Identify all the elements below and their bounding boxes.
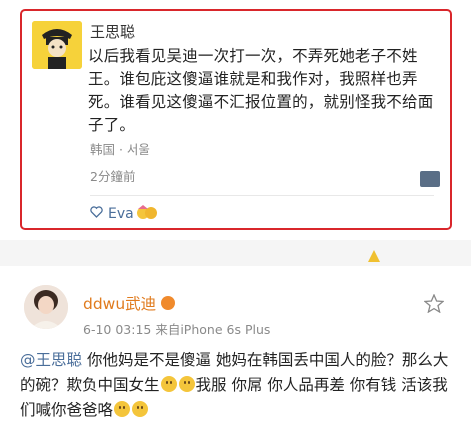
post-username[interactable]: 王思聪 — [90, 21, 135, 42]
emoji-icon — [160, 376, 177, 392]
cartoon-avatar-icon[interactable] — [32, 21, 82, 69]
profile-photo[interactable] — [24, 285, 68, 329]
mention-link[interactable]: @王思聪 — [20, 351, 82, 369]
comment-text: @王思聪 你他妈是不是傻逼 她妈在韩国丢中国人的脸？那么大的碗？欺负中国女生 我服… — [20, 351, 449, 419]
emoji-icon — [114, 401, 131, 417]
highlighted-post: 王思聪 以后我看见吴迪一次打一次，不弄死她老子不姓王。谁包庇这傻逼谁就是和我作对… — [20, 9, 452, 230]
emoji-icon — [136, 203, 158, 225]
section-gap — [0, 240, 471, 266]
post-time: 2分鐘前 — [90, 169, 136, 184]
emoji-icon — [132, 401, 149, 417]
card-icon[interactable] — [420, 171, 440, 187]
divider — [90, 195, 434, 196]
emoji-icon — [161, 296, 176, 310]
star-icon[interactable] — [423, 293, 445, 317]
post-location[interactable]: 韩国 · 서울 — [90, 139, 150, 158]
comment-meta: 6-10 03:15 来自iPhone 6s Plus — [83, 322, 271, 337]
like-row[interactable]: Eva — [90, 203, 158, 225]
emoji-icon — [178, 376, 195, 392]
comment-username[interactable]: ddwu武迪 — [83, 292, 176, 314]
heart-icon[interactable] — [90, 206, 103, 222]
like-user[interactable]: Eva — [108, 206, 134, 222]
post-text: 以后我看见吴迪一次打一次，不弄死她老子不姓王。谁包庇这傻逼谁就是和我作对，我照样… — [88, 47, 434, 134]
